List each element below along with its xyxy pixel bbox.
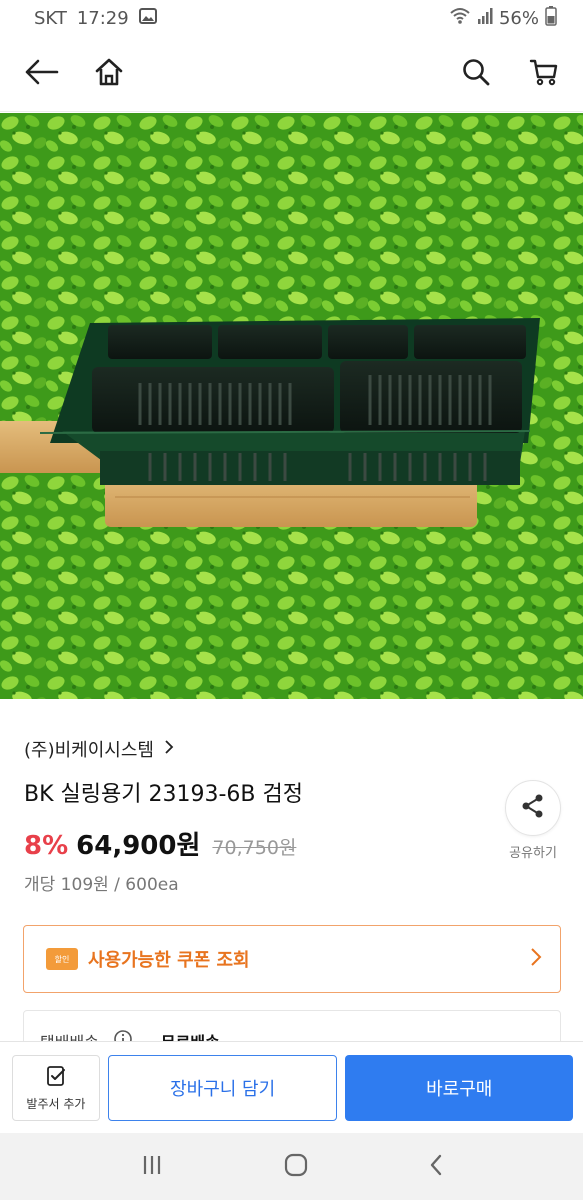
status-right: 56% [449,5,557,31]
nav-left [20,53,130,95]
battery-label: 56% [498,7,539,29]
product-image[interactable] [0,113,583,699]
clipboard-check-icon [44,1064,68,1091]
sale-price: 64,900원 [76,831,201,861]
coupon-badge: 할인 [46,948,78,970]
back-chevron-icon[interactable] [428,1153,444,1181]
price-row: 8% 64,900원 70,750원 [24,825,296,862]
coupon-label: 사용가능한 쿠폰 조회 [88,950,250,971]
recent-apps-icon[interactable] [140,1154,164,1180]
android-nav-bar [0,1133,583,1200]
discount-rate: 8% [24,831,69,861]
share-button[interactable]: 공유하기 [505,780,561,861]
coupon-button[interactable]: 할인 사용가능한 쿠폰 조회 [23,925,561,993]
product-title: BK 실링용기 23193-6B 검정 [24,782,303,807]
search-icon [461,57,491,91]
arrow-left-icon [23,58,59,90]
chevron-right-icon [530,947,542,971]
cart-icon [529,57,559,91]
buy-now-button[interactable]: 바로구매 [345,1054,573,1121]
cart-button[interactable] [523,53,565,95]
nav-right [455,53,565,95]
unit-price: 개당 109원 / 600ea [24,875,179,895]
status-left: SKT 17:29 [34,7,157,29]
original-price: 70,750원 [212,837,297,859]
share-icon [520,793,546,823]
add-order-sheet-button[interactable]: 발주서 추가 [12,1054,100,1121]
home-icon [94,57,124,91]
add-to-cart-button[interactable]: 장바구니 담기 [107,1054,338,1121]
clock: 17:29 [76,7,129,29]
action-bar: 발주서 추가 장바구니 담기 바로구매 [0,1041,583,1133]
back-button[interactable] [20,53,62,95]
share-label: 공유하기 [509,846,557,861]
search-button[interactable] [455,53,497,95]
top-nav [0,36,583,112]
home-button[interactable] [88,53,130,95]
seller-name: (주)비케이시스템 [24,740,154,761]
share-circle [505,780,561,836]
carrier-label: SKT [34,7,67,29]
signal-icon [477,7,493,30]
chevron-right-icon [164,739,174,760]
gallery-notification-icon [138,7,157,29]
wifi-icon [449,7,471,30]
seller-link[interactable]: (주)비케이시스템 [24,736,174,762]
status-bar: SKT 17:29 56% [0,0,583,36]
order-sheet-label: 발주서 추가 [26,1096,86,1111]
home-circle-icon[interactable] [283,1152,309,1182]
battery-icon [545,5,557,31]
